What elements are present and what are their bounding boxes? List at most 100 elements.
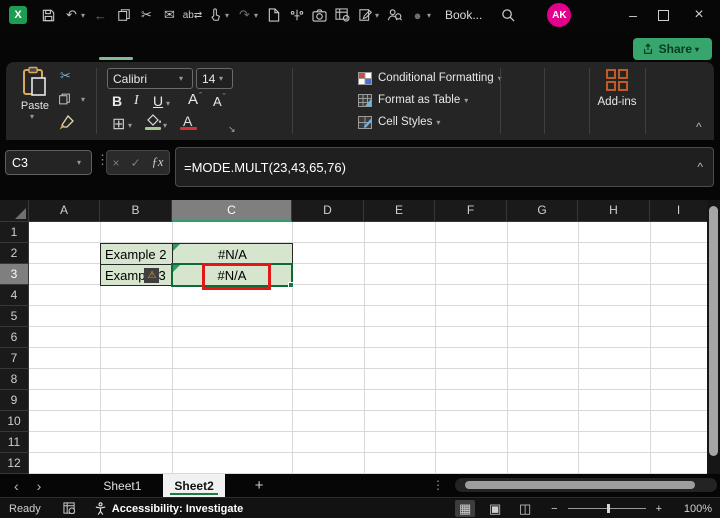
new-file-icon[interactable] [262, 8, 285, 22]
grow-font-button[interactable]: Aˆ [188, 91, 202, 108]
horizontal-scrollbar[interactable] [455, 478, 717, 492]
save-icon[interactable] [37, 8, 60, 23]
add-sheet-button[interactable]: + [255, 477, 264, 494]
underline-chevron-icon[interactable]: ▾ [166, 99, 174, 108]
formula-text[interactable]: =MODE.MULT(23,43,65,76) [176, 160, 697, 175]
tab-sheet2-active[interactable]: Sheet2 [163, 474, 225, 497]
row-header-4[interactable]: 4 [0, 285, 29, 306]
underline-button[interactable]: U [153, 93, 163, 109]
font-name-select[interactable]: Calibri ▾ [107, 68, 193, 89]
normal-view-button[interactable]: ▦ [455, 500, 476, 517]
font-size-select[interactable]: 14 ▾ [196, 68, 233, 89]
row-header-7[interactable]: 7 [0, 348, 29, 369]
name-box-chevron-icon[interactable]: ▾ [77, 158, 85, 167]
email-icon[interactable]: ✉ [158, 7, 181, 23]
zoom-slider[interactable] [567, 504, 646, 513]
font-dialog-launcher[interactable]: ↘ [228, 124, 236, 135]
search-icon[interactable] [496, 8, 519, 22]
row-header-1[interactable]: 1 [0, 222, 29, 243]
shrink-font-button[interactable]: Aˇ [213, 92, 226, 109]
column-header-H[interactable]: H [578, 200, 650, 222]
italic-button[interactable]: I [134, 93, 139, 109]
find-replace-icon[interactable]: ab⇄ [181, 10, 204, 21]
maximize-button[interactable] [648, 0, 678, 30]
column-header-F[interactable]: F [435, 200, 507, 222]
select-all-button[interactable] [0, 200, 29, 222]
column-header-E[interactable]: E [364, 200, 435, 222]
accessibility-icon[interactable] [94, 502, 107, 515]
undo-icon[interactable]: ↶ [60, 7, 83, 23]
toolbar-overflow-icon[interactable]: ▾ [427, 11, 435, 20]
expand-formula-bar-icon[interactable]: ^ [697, 160, 703, 174]
draw-touch-icon[interactable] [204, 8, 227, 22]
horizontal-scrollbar-thumb[interactable] [465, 481, 695, 489]
cut-button[interactable]: ✂ [60, 68, 71, 84]
copy-button[interactable]: ▾ [58, 92, 89, 106]
paste-button[interactable]: Paste ▾ [14, 66, 56, 136]
macro-record-icon[interactable] [63, 502, 76, 515]
conditional-formatting-button[interactable]: Conditional Formatting ▾ [358, 69, 506, 87]
table-search-icon[interactable] [331, 8, 354, 22]
copy-icon[interactable] [112, 8, 135, 22]
fill-color-button[interactable] [146, 114, 162, 126]
cell-B2[interactable]: Example 2 [100, 243, 173, 265]
fill-handle[interactable] [288, 282, 294, 288]
cut-icon[interactable]: ✂ [135, 7, 158, 23]
row-header-6[interactable]: 6 [0, 327, 29, 348]
draw-dropdown-icon[interactable]: ▾ [225, 11, 233, 20]
cell-B3[interactable]: Examp ⚠ 3 [100, 264, 173, 286]
column-header-C[interactable]: C [172, 200, 292, 222]
column-header-D[interactable]: D [292, 200, 364, 222]
bold-button[interactable]: B [112, 93, 122, 109]
column-header-A[interactable]: A [29, 200, 100, 222]
page-break-view-button[interactable]: ◫ [515, 500, 535, 517]
next-sheet-button[interactable]: › [37, 478, 42, 494]
addins-button[interactable]: Add-ins [594, 68, 640, 108]
zoom-level[interactable]: 100% [670, 503, 712, 515]
borders-chevron-icon[interactable]: ▾ [128, 121, 136, 130]
form-pen-icon[interactable] [354, 8, 377, 22]
format-as-table-button[interactable]: Format as Table ▾ [358, 91, 472, 109]
column-header-I[interactable]: I [650, 200, 707, 222]
minimize-button[interactable]: – [618, 0, 648, 30]
close-button[interactable]: × [684, 0, 714, 30]
borders-button[interactable]: ⊞ [112, 114, 125, 134]
record-icon[interactable]: ● [406, 8, 429, 23]
column-header-G[interactable]: G [507, 200, 578, 222]
people-search-icon[interactable] [383, 8, 406, 22]
collapse-ribbon-button[interactable]: ^ [696, 120, 702, 134]
row-header-11[interactable]: 11 [0, 432, 29, 453]
accessibility-status-label[interactable]: Accessibility: Investigate [112, 503, 243, 515]
page-layout-view-button[interactable]: ▣ [485, 500, 505, 517]
zoom-out-button[interactable]: − [551, 503, 557, 515]
vertical-scrollbar-thumb[interactable] [709, 206, 718, 456]
row-header-9[interactable]: 9 [0, 390, 29, 411]
camera-icon[interactable] [308, 8, 331, 22]
row-header-8[interactable]: 8 [0, 369, 29, 390]
vertical-scrollbar[interactable] [707, 200, 720, 474]
row-header-2[interactable]: 2 [0, 243, 29, 264]
document-title[interactable]: Book... [445, 8, 482, 22]
format-painter-button[interactable] [58, 115, 74, 131]
formula-bar[interactable]: =MODE.MULT(23,43,65,76) ^ [175, 147, 714, 187]
pin-icon[interactable] [285, 8, 308, 22]
account-avatar[interactable]: AK [547, 3, 572, 27]
form-dropdown-icon[interactable]: ▾ [375, 11, 383, 20]
row-header-12[interactable]: 12 [0, 453, 29, 474]
insert-function-button[interactable]: ƒx [152, 155, 164, 170]
name-box[interactable]: C3 ▾ [5, 150, 92, 175]
cell-C2[interactable]: #N/A [172, 243, 293, 265]
share-button[interactable]: Share ▾ [632, 38, 712, 60]
tab-sheet1[interactable]: Sheet1 [93, 479, 151, 493]
row-header-10[interactable]: 10 [0, 411, 29, 432]
error-warning-icon[interactable]: ⚠ [144, 267, 160, 283]
row-header-3[interactable]: 3 [0, 264, 29, 285]
undo-dropdown-icon[interactable]: ▾ [81, 11, 89, 20]
zoom-in-button[interactable]: + [656, 503, 662, 515]
column-header-B[interactable]: B [100, 200, 172, 222]
cell-styles-button[interactable]: Cell Styles ▾ [358, 113, 444, 131]
row-header-5[interactable]: 5 [0, 306, 29, 327]
fill-color-chevron-icon[interactable]: ▾ [163, 121, 171, 130]
prev-sheet-button[interactable]: ‹ [14, 478, 19, 494]
zoom-slider-thumb[interactable] [606, 504, 610, 513]
